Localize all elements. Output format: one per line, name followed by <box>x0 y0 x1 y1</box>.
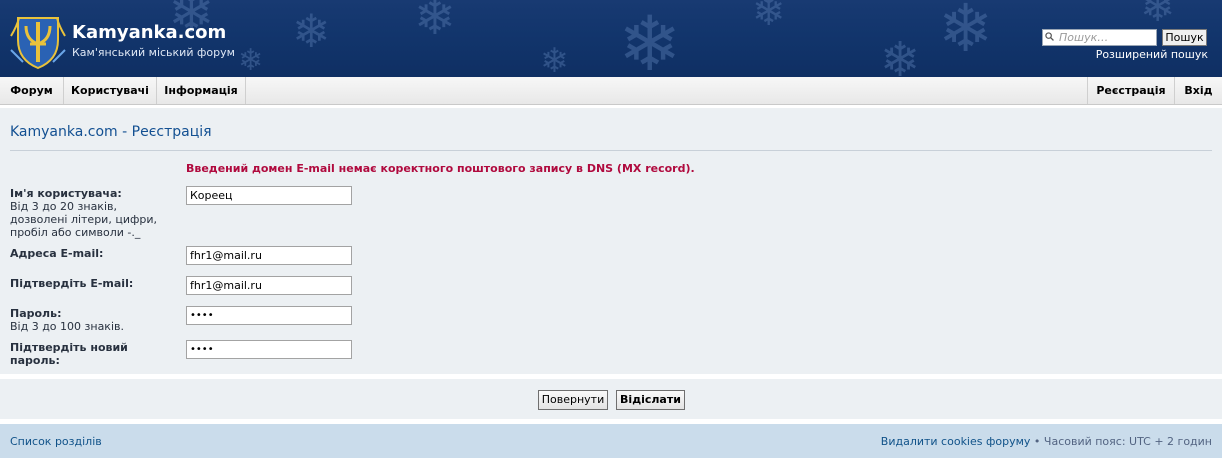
footer-right: Видалити cookies форуму • Часовий пояс: … <box>881 435 1212 448</box>
divider <box>10 150 1212 151</box>
site-description: Кам'янський міський форум <box>72 46 235 59</box>
nav-register[interactable]: Реєстрація <box>1087 77 1174 104</box>
password-hint: Від 3 до 100 знаків. <box>10 320 124 333</box>
page-title: Kamyanka.com - Реєстрація <box>10 124 212 140</box>
site-logo[interactable] <box>8 10 68 70</box>
confirm-password-input[interactable]: •••• <box>186 340 352 359</box>
confirm-password-label: Підтвердіть новий пароль: <box>10 341 128 367</box>
advanced-search-link[interactable]: Розширений пошук <box>1096 48 1208 61</box>
timezone-text: Часовий пояс: UTC + 2 годин <box>1043 435 1212 448</box>
footer: Список розділів Видалити cookies форуму … <box>0 424 1222 458</box>
nav-info[interactable]: Інформація <box>157 77 246 104</box>
submit-button[interactable]: Відіслати <box>616 390 685 410</box>
index-link[interactable]: Список розділів <box>10 435 102 448</box>
nav-users[interactable]: Користувачі <box>64 77 157 104</box>
username-hint: Від 3 до 20 знаків, дозволені літери, ци… <box>10 200 157 239</box>
snowflake-icon: ❄ <box>938 0 994 67</box>
search-button[interactable]: Пошук <box>1162 29 1207 46</box>
snowflake-icon: ❄ <box>1140 0 1176 31</box>
site-header: ❄ ❄ ❄ ❄ ❄ ❄ ❄ ❄ ❄ ❄ Kamyanka.com Кам'янс… <box>0 0 1222 77</box>
username-input[interactable]: Кореец <box>186 186 352 205</box>
confirm-email-label: Підтвердіть E-mail: <box>10 277 134 290</box>
snowflake-icon: ❄ <box>238 43 264 77</box>
delete-cookies-link[interactable]: Видалити cookies форуму <box>881 435 1031 448</box>
search-icon <box>1045 32 1054 41</box>
email-input[interactable]: fhr1@mail.ru <box>186 246 352 265</box>
search-input[interactable]: Пошук… <box>1042 29 1157 46</box>
snowflake-icon: ❄ <box>292 4 331 58</box>
form-actions: Повернути Відіслати <box>0 379 1222 419</box>
nav-login[interactable]: Вхід <box>1174 77 1222 104</box>
registration-panel: Kamyanka.com - Реєстрація Введений домен… <box>0 108 1222 374</box>
snowflake-icon: ❄ <box>540 41 569 77</box>
snowflake-icon: ❄ <box>880 32 921 77</box>
snowflake-icon: ❄ <box>414 0 456 46</box>
username-label: Ім'я користувача: <box>10 187 122 200</box>
password-input[interactable]: •••• <box>186 306 352 325</box>
navbar: Форум Користувачі Інформація Реєстрація … <box>0 77 1222 105</box>
password-label: Пароль: <box>10 307 62 320</box>
snowflake-icon: ❄ <box>752 0 786 35</box>
nav-forum[interactable]: Форум <box>0 77 64 104</box>
footer-separator: • <box>1030 435 1044 448</box>
site-title[interactable]: Kamyanka.com <box>72 22 226 43</box>
reset-button[interactable]: Повернути <box>538 390 608 410</box>
snowflake-icon: ❄ <box>618 0 682 78</box>
email-label: Адреса E-mail: <box>10 247 104 260</box>
error-message: Введений домен E-mail немає коректного п… <box>186 162 695 175</box>
confirm-email-input[interactable]: fhr1@mail.ru <box>186 276 352 295</box>
